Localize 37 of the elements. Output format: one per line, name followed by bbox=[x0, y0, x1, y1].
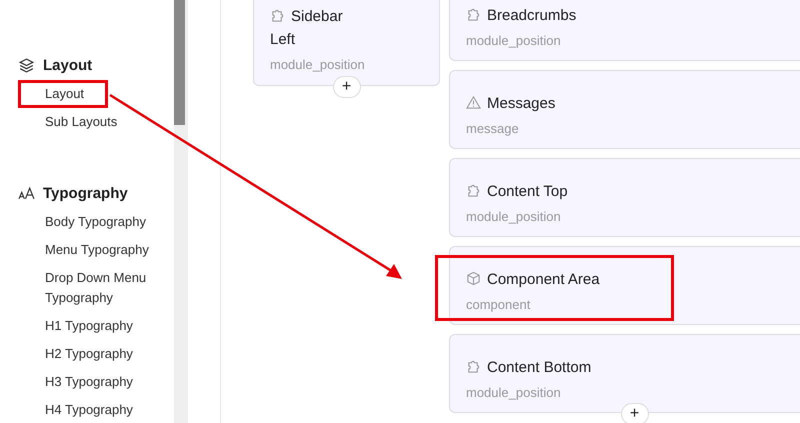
card-title: Content Bottom bbox=[466, 356, 800, 379]
card-type: module_position bbox=[466, 209, 562, 224]
nav-link[interactable]: Drop Down Menu Typography bbox=[18, 264, 158, 312]
layers-icon bbox=[18, 56, 35, 74]
nav-link[interactable]: H3 Typography bbox=[18, 368, 158, 396]
cube-icon bbox=[466, 271, 481, 286]
card-title: Sidebar Left bbox=[270, 7, 344, 50]
card-type: module_position bbox=[466, 385, 562, 400]
puzzle-icon bbox=[466, 183, 481, 198]
position-card[interactable]: Breadcrumbs module_position bbox=[449, 0, 800, 61]
card-type: module_position bbox=[270, 57, 366, 72]
puzzle-icon bbox=[270, 8, 285, 23]
group-title: Layout bbox=[43, 56, 92, 74]
card-title: Component Area bbox=[466, 268, 800, 291]
group-title: Typography bbox=[43, 184, 128, 202]
add-button[interactable]: + bbox=[332, 76, 360, 98]
card-type: component bbox=[466, 297, 532, 312]
add-button[interactable]: + bbox=[620, 403, 648, 423]
card-title: Messages bbox=[466, 92, 800, 115]
puzzle-icon bbox=[466, 359, 481, 374]
position-card[interactable]: Messages message bbox=[449, 70, 800, 149]
nav-link[interactable]: H2 Typography bbox=[18, 340, 158, 368]
position-card[interactable]: Content Top module_position bbox=[449, 158, 800, 237]
card-title: Content Top bbox=[466, 180, 800, 203]
nav-link[interactable]: Sub Layouts bbox=[18, 108, 158, 136]
card-type: message bbox=[466, 121, 520, 136]
nav-link[interactable]: H4 Typography bbox=[18, 396, 158, 423]
nav-link[interactable]: Layout bbox=[18, 80, 108, 108]
warning-icon bbox=[466, 95, 481, 110]
nav-link[interactable]: H1 Typography bbox=[18, 312, 158, 340]
puzzle-icon bbox=[466, 7, 481, 22]
nav-link[interactable]: Body Typography bbox=[18, 208, 158, 236]
card-type: module_position bbox=[466, 33, 562, 48]
typography-icon bbox=[18, 184, 35, 202]
card-title: Breadcrumbs bbox=[466, 4, 800, 27]
nav-link[interactable]: Menu Typography bbox=[18, 236, 158, 264]
scrollbar[interactable] bbox=[174, 0, 188, 423]
